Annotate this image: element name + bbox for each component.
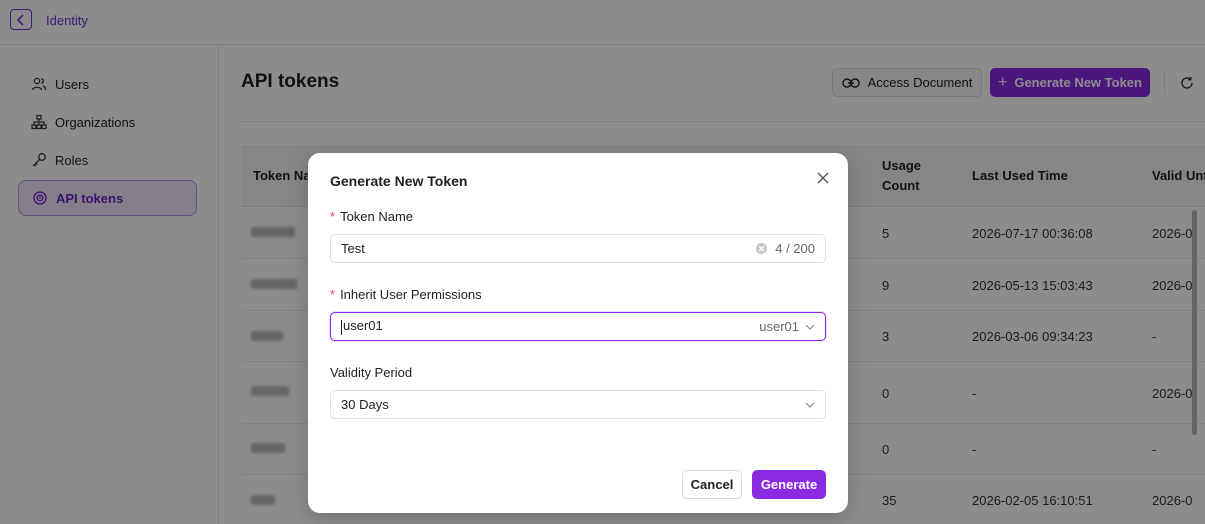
validity-period-select[interactable]: 30 Days [330,390,826,419]
token-name-value: Test [341,241,365,256]
cancel-button[interactable]: Cancel [682,470,742,499]
required-mark: * [330,209,336,224]
token-name-label: * Token Name [330,209,413,224]
token-name-input[interactable]: Test 4 / 200 [330,234,826,263]
token-name-label-text: Token Name [340,209,414,224]
validity-period-label: Validity Period [330,365,413,380]
clear-icon[interactable] [756,243,768,254]
inherit-user-select[interactable]: user01 user01 [330,312,826,341]
required-mark: * [330,287,336,302]
generate-token-dialog: Generate New Token * Token Name Test 4 / … [308,153,848,513]
generate-button[interactable]: Generate [752,470,826,499]
inherit-permissions-label: * Inherit User Permissions [330,287,482,302]
close-button[interactable] [815,170,831,186]
inherit-user-search-text: user01 [343,318,383,334]
close-icon [817,172,829,184]
text-cursor [341,319,342,335]
inherit-user-selected-value: user01 [759,319,799,334]
character-counter: 4 / 200 [775,241,815,256]
chevron-down-icon [805,402,815,408]
dialog-title: Generate New Token [330,173,468,189]
inherit-permissions-label-text: Inherit User Permissions [340,287,482,302]
chevron-down-icon [805,324,815,330]
validity-period-value: 30 Days [341,397,389,412]
